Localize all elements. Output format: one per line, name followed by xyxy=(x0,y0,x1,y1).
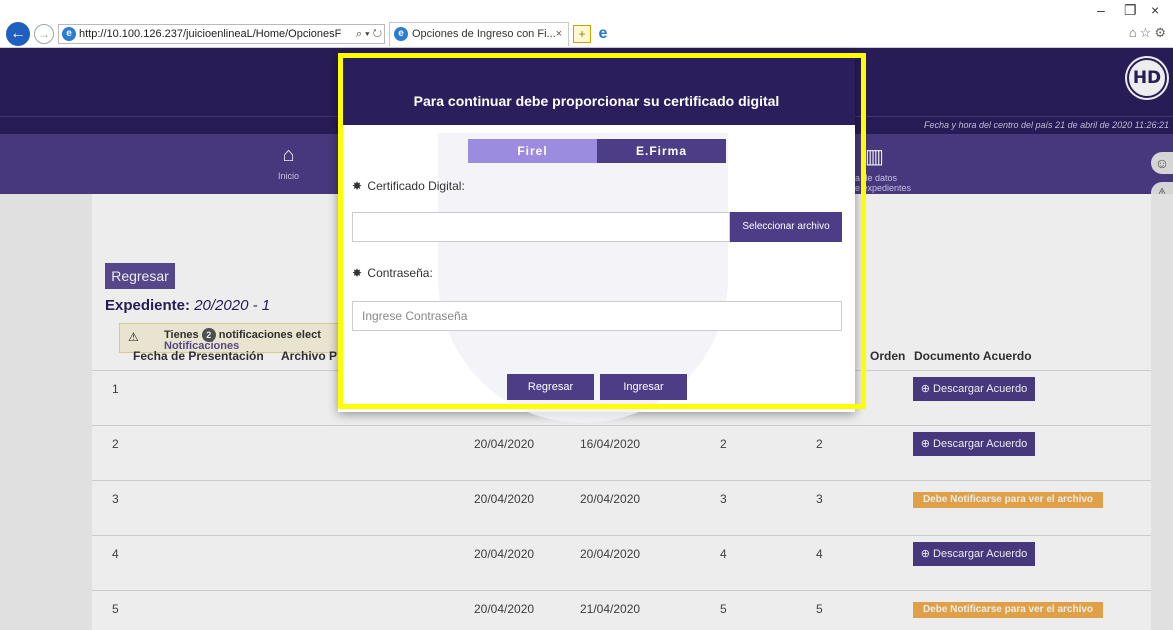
certificate-file-field[interactable] xyxy=(352,212,730,242)
address-bar[interactable]: e http://10.100.126.237/juicioenlineaL/H… xyxy=(58,24,385,44)
password-input[interactable] xyxy=(352,301,842,331)
ie-icon: e xyxy=(62,27,76,41)
certificate-label-text: Certificado Digital: xyxy=(367,179,465,193)
browser-chrome: ← → e http://10.100.126.237/juicioenline… xyxy=(0,0,1173,48)
tab-firel[interactable]: Firel xyxy=(468,139,597,163)
tab-title: Opciones de Ingreso con Fi... xyxy=(412,28,556,40)
modal-back-button[interactable]: Regresar xyxy=(507,374,594,400)
modal-submit-button[interactable]: Ingresar xyxy=(600,374,687,400)
modal-title: Para continuar debe proporcionar su cert… xyxy=(338,77,855,125)
tab-close-icon[interactable]: × xyxy=(556,23,562,45)
tab-ie-icon: e xyxy=(394,27,408,41)
browser-forward-button[interactable]: → xyxy=(34,24,54,44)
certificate-label: ✸ Certificado Digital: xyxy=(352,179,465,193)
select-file-button[interactable]: Seleccionar archivo xyxy=(730,212,842,242)
password-label-text: Contraseña: xyxy=(367,266,433,280)
close-window-button[interactable]: × xyxy=(1151,2,1159,18)
address-url: http://10.100.126.237/juicioenlineaL/Hom… xyxy=(79,28,342,40)
required-icon: ✸ xyxy=(352,179,363,193)
required-icon: ✸ xyxy=(352,266,363,280)
password-label: ✸ Contraseña: xyxy=(352,266,433,280)
home-star-gear-icons[interactable]: ⌂☆⚙ xyxy=(1129,25,1169,41)
browser-back-button[interactable]: ← xyxy=(6,22,30,46)
modal-top-strip xyxy=(338,53,855,77)
restore-button[interactable]: ❐ xyxy=(1124,2,1137,19)
minimize-button[interactable]: – xyxy=(1097,2,1105,18)
browser-tab[interactable]: e Opciones de Ingreso con Fi... × xyxy=(389,22,569,46)
tab-efirma[interactable]: E.Firma xyxy=(597,139,726,163)
search-refresh-icon[interactable]: ⌕ ▾ ↻ xyxy=(356,25,382,43)
edge-icon[interactable]: e xyxy=(594,25,612,43)
new-tab-icon[interactable]: + xyxy=(573,25,591,43)
